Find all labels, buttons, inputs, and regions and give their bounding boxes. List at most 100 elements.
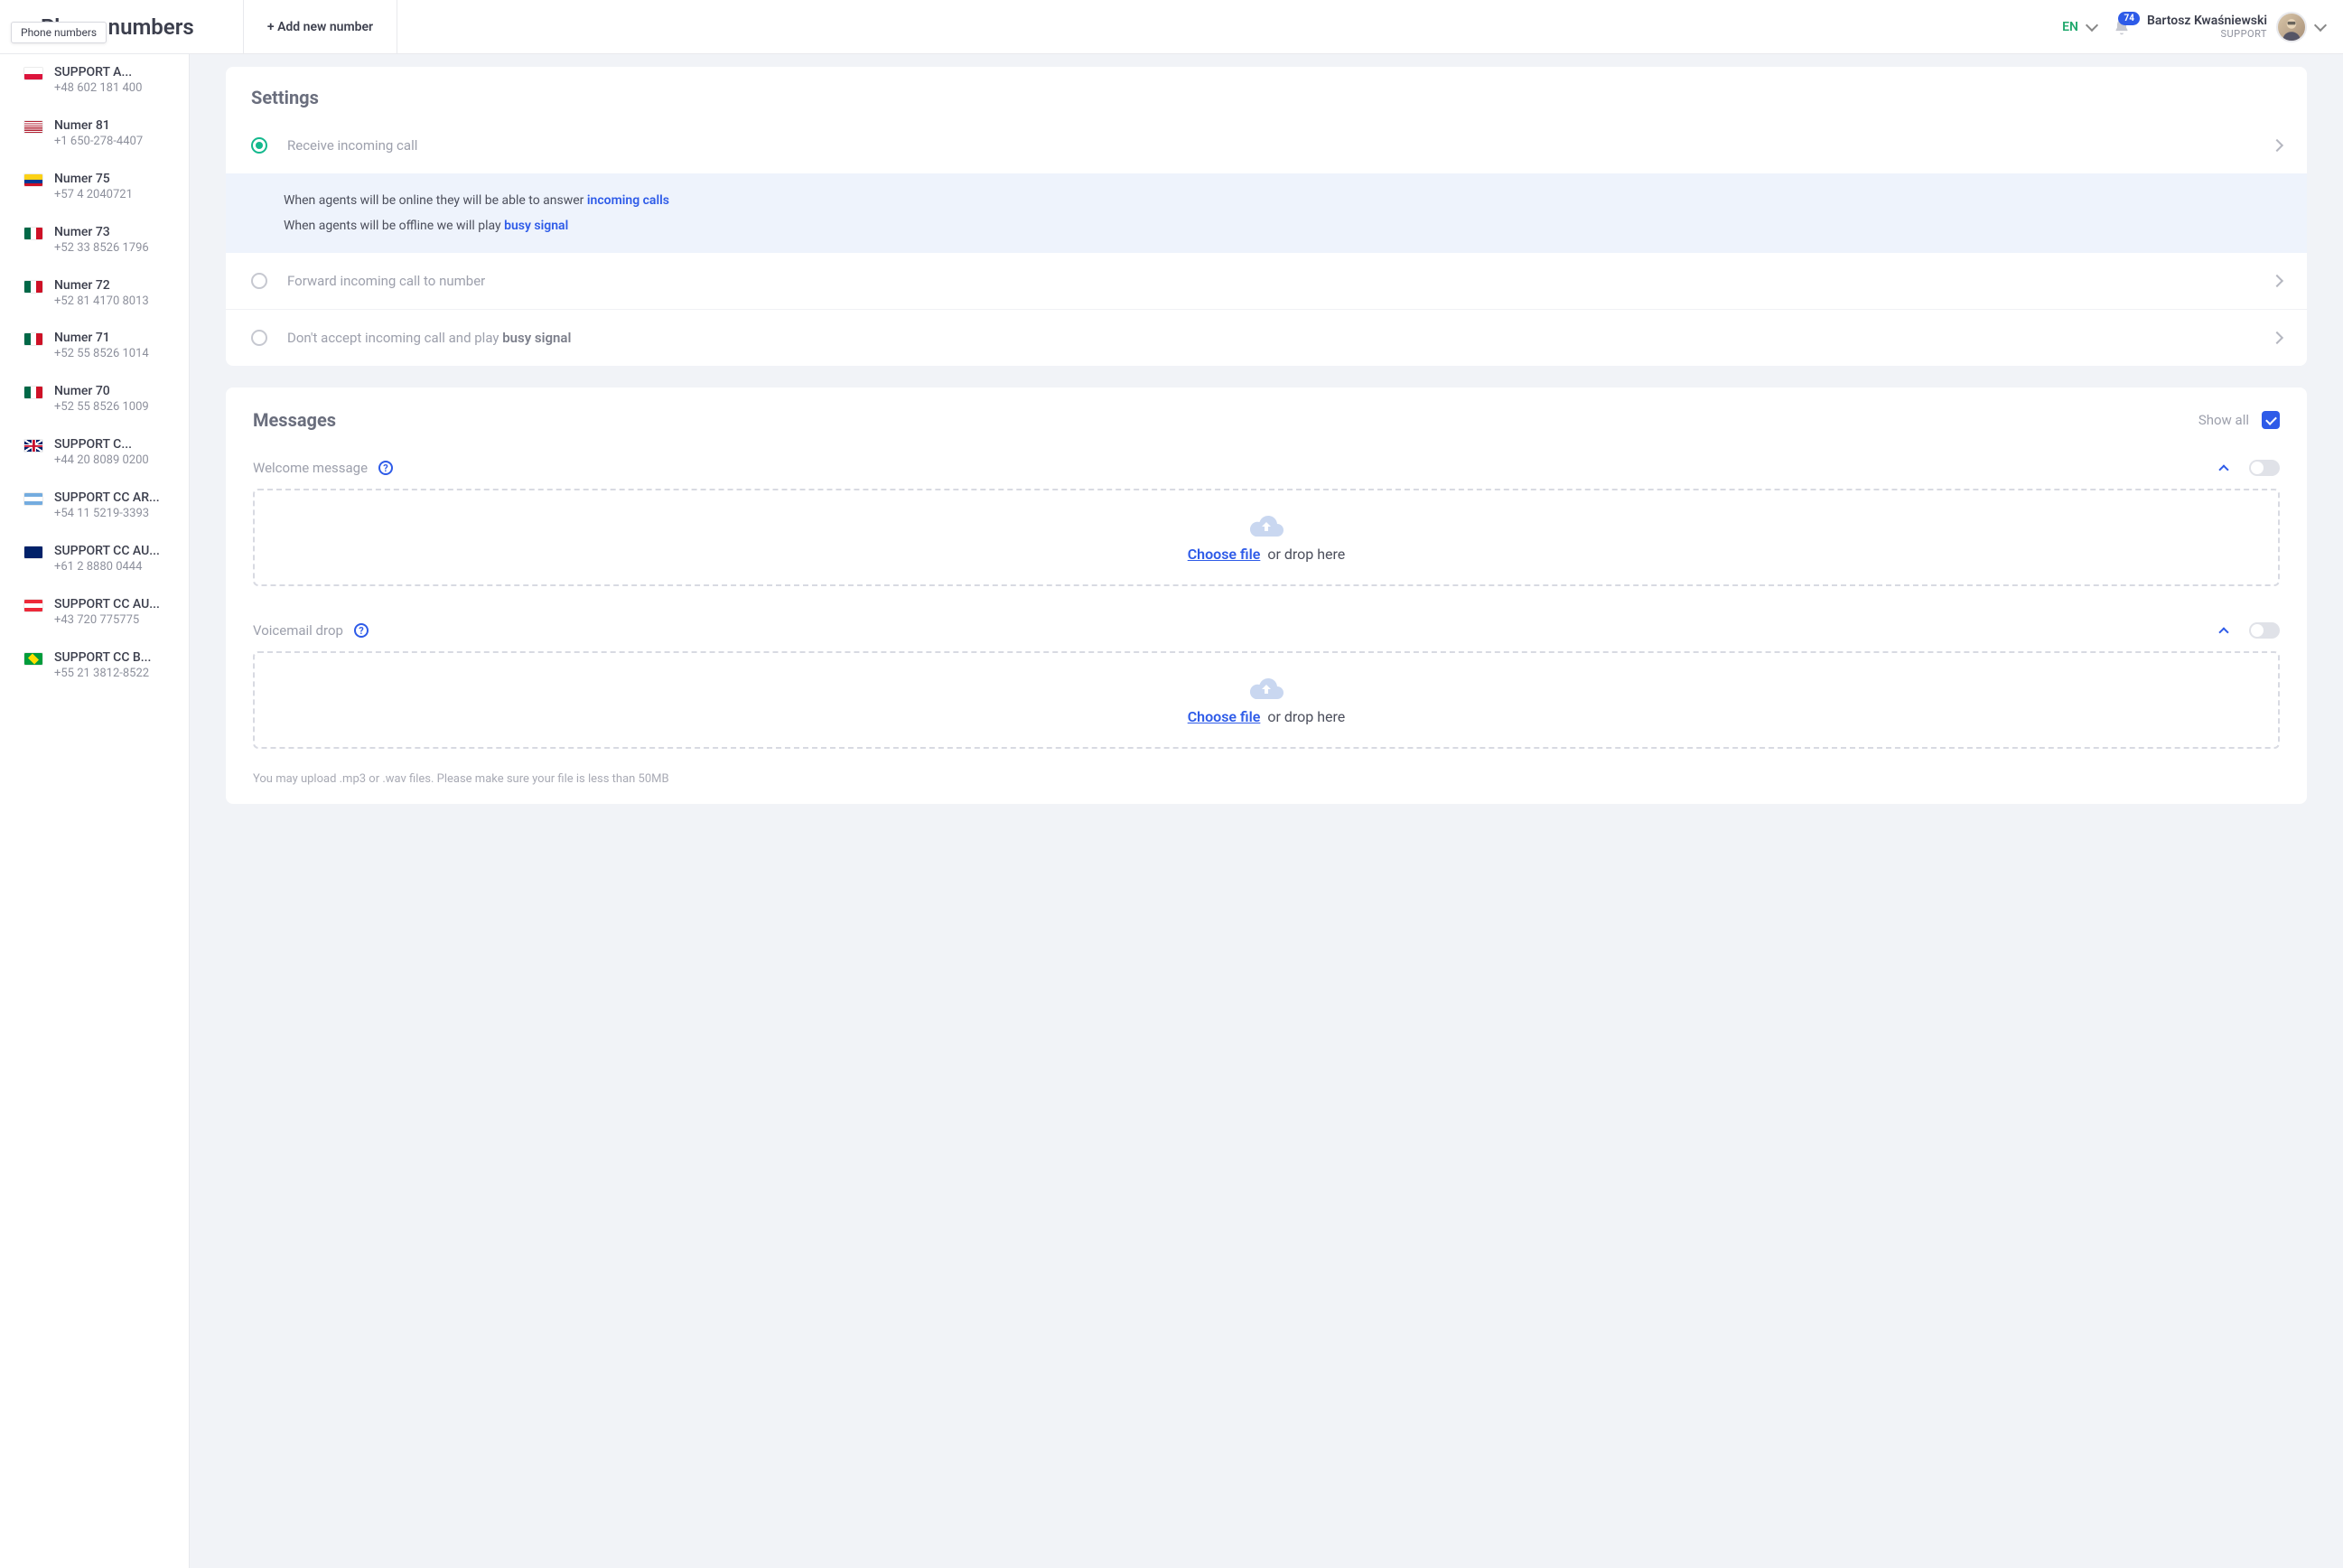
help-icon[interactable]: ? (354, 623, 369, 638)
sidebar-item-phone: +52 81 4170 8013 (54, 294, 178, 310)
flag-icon (23, 280, 43, 294)
sidebar-item-info: Numer 81+1 650-278-4407 (54, 118, 178, 150)
sidebar-item-phone: +52 55 8526 1014 (54, 347, 178, 362)
radio-icon (251, 273, 267, 289)
cloud-upload-icon (1248, 513, 1284, 538)
voicemail-toggle[interactable] (2249, 622, 2280, 639)
flag-icon (23, 386, 43, 399)
sidebar-item-phone: +52 55 8526 1009 (54, 400, 178, 415)
chevron-up-icon[interactable] (2218, 464, 2228, 474)
chevron-down-icon (2314, 18, 2327, 31)
sidebar-item[interactable]: SUPPORT CC B...+55 21 3812-8522 (0, 639, 189, 693)
flag-icon (23, 120, 43, 134)
welcome-message-section: Welcome message ? Choose file or drop he… (226, 447, 2307, 610)
voicemail-head: Voicemail drop ? (253, 610, 2280, 651)
chevron-up-icon[interactable] (2218, 627, 2228, 637)
chevron-right-icon (2271, 139, 2283, 152)
sidebar-item-name: SUPPORT CC AU... (54, 597, 178, 611)
sidebar-item[interactable]: SUPPORT CC AU... +43 720 775775 (0, 586, 189, 639)
sidebar-item[interactable]: SUPPORT C...+44 20 8089 0200 (0, 426, 189, 480)
sidebar-item-name: Numer 72 (54, 278, 178, 293)
user-text: Bartosz Kwaśniewski SUPPORT (2147, 14, 2267, 40)
sidebar-item-name: SUPPORT CC AU... (54, 544, 178, 558)
incoming-calls-link[interactable]: incoming calls (587, 193, 669, 208)
setting-reject-prefix: Don't accept incoming call and play (287, 330, 502, 346)
flag-icon (23, 227, 43, 240)
sidebar-item-phone: +57 4 2040721 (54, 188, 178, 203)
welcome-dropzone[interactable]: Choose file or drop here (253, 489, 2280, 586)
welcome-toggle[interactable] (2249, 460, 2280, 476)
welcome-label: Welcome message (253, 460, 368, 476)
flag-icon (23, 439, 43, 453)
sidebar-item[interactable]: SUPPORT CC AR...+54 11 5219-3393 (0, 480, 189, 533)
sidebar-item-info: Numer 75 +57 4 2040721 (54, 172, 178, 203)
sidebar-item-phone: +44 20 8089 0200 (54, 453, 178, 469)
sidebar-item-info: SUPPORT C...+44 20 8089 0200 (54, 437, 178, 469)
sidebar-item-info: SUPPORT A... +48 602 181 400 (54, 65, 178, 97)
sidebar-item-name: Numer 71 (54, 331, 178, 345)
sidebar-item[interactable]: Numer 75 +57 4 2040721 (0, 161, 189, 214)
add-number-button[interactable]: + Add new number (244, 0, 397, 53)
sidebar-item-phone: +48 602 181 400 (54, 81, 178, 97)
sidebar-item-info: Numer 71 +52 55 8526 1014 (54, 331, 178, 362)
setting-reject-label: Don't accept incoming call and play busy… (287, 330, 2253, 346)
cloud-upload-icon (1248, 676, 1284, 701)
sidebar-item-info: Numer 72+52 81 4170 8013 (54, 278, 178, 310)
flag-icon (23, 173, 43, 187)
sidebar-item-phone: +54 11 5219-3393 (54, 507, 178, 522)
setting-forward[interactable]: Forward incoming call to number (226, 253, 2307, 309)
sidebar-item[interactable]: Numer 72+52 81 4170 8013 (0, 267, 189, 321)
sidebar-item-info: SUPPORT CC AU... +61 2 8880 0444 (54, 544, 178, 575)
voicemail-section: Voicemail drop ? Choose file or drop her… (226, 610, 2307, 772)
chevron-down-icon (2086, 18, 2098, 31)
sidebar-item[interactable]: SUPPORT CC AU... +61 2 8880 0444 (0, 533, 189, 586)
sidebar-item-name: SUPPORT C... (54, 437, 178, 452)
user-menu[interactable]: Bartosz Kwaśniewski SUPPORT (2147, 12, 2325, 42)
sidebar-item-name: Numer 75 (54, 172, 178, 186)
sidebar-item-phone: +61 2 8880 0444 (54, 560, 178, 575)
user-role: SUPPORT (2147, 28, 2267, 40)
sidebar-item-phone: +52 33 8526 1796 (54, 241, 178, 257)
flag-icon (23, 67, 43, 80)
main-content[interactable]: Settings Receive incoming call When agen… (190, 54, 2343, 1568)
setting-reject[interactable]: Don't accept incoming call and play busy… (226, 310, 2307, 366)
setting-receive-info: When agents will be online they will be … (226, 173, 2307, 253)
help-icon[interactable]: ? (378, 461, 393, 475)
dropzone-content: Choose file or drop here (1188, 676, 1346, 725)
setting-forward-label: Forward incoming call to number (287, 273, 2253, 289)
choose-file-link[interactable]: Choose file (1188, 708, 1261, 725)
notifications-button[interactable]: 74 (2113, 17, 2131, 37)
sidebar-item[interactable]: SUPPORT A... +48 602 181 400 (0, 54, 189, 107)
chevron-right-icon (2271, 331, 2283, 344)
sidebar-item-info: SUPPORT CC AR...+54 11 5219-3393 (54, 490, 178, 522)
info-offline-prefix: When agents will be offline we will play (284, 219, 504, 233)
sidebar[interactable]: SUPPORT A... +48 602 181 400 Numer 81+1 65… (0, 54, 190, 1568)
flag-icon (23, 599, 43, 612)
sidebar-item[interactable]: Numer 73+52 33 8526 1796 (0, 214, 189, 267)
upload-hint: You may upload .mp3 or .wav files. Pleas… (226, 772, 2307, 786)
or-drop-text: or drop here (1267, 708, 1345, 725)
show-all-toggle[interactable]: Show all (2198, 411, 2280, 429)
sidebar-item-phone: +43 720 775775 (54, 613, 178, 629)
sidebar-item[interactable]: Numer 70+52 55 8526 1009 (0, 373, 189, 426)
sidebar-item[interactable]: Numer 81+1 650-278-4407 (0, 107, 189, 161)
voicemail-label: Voicemail drop (253, 622, 343, 639)
messages-header: Messages Show all (226, 387, 2307, 447)
info-online: When agents will be online they will be … (284, 193, 669, 208)
welcome-head: Welcome message ? (253, 447, 2280, 489)
radio-selected-icon (251, 137, 267, 154)
sidebar-item-name: SUPPORT A... (54, 65, 178, 79)
choose-file-link[interactable]: Choose file (1188, 546, 1261, 563)
sidebar-item-phone: +55 21 3812-8522 (54, 667, 178, 682)
sidebar-item[interactable]: Numer 71 +52 55 8526 1014 (0, 320, 189, 373)
dropzone-content: Choose file or drop here (1188, 513, 1346, 563)
language-switcher[interactable]: EN (2062, 20, 2096, 34)
settings-title: Settings (226, 67, 2307, 117)
user-name: Bartosz Kwaśniewski (2147, 14, 2267, 28)
busy-signal-link[interactable]: busy signal (504, 219, 568, 233)
setting-receive[interactable]: Receive incoming call (226, 117, 2307, 173)
voicemail-dropzone[interactable]: Choose file or drop here (253, 651, 2280, 749)
flag-icon (23, 492, 43, 506)
messages-card: Messages Show all Welcome message ? (226, 387, 2307, 804)
setting-receive-label: Receive incoming call (287, 137, 2253, 154)
